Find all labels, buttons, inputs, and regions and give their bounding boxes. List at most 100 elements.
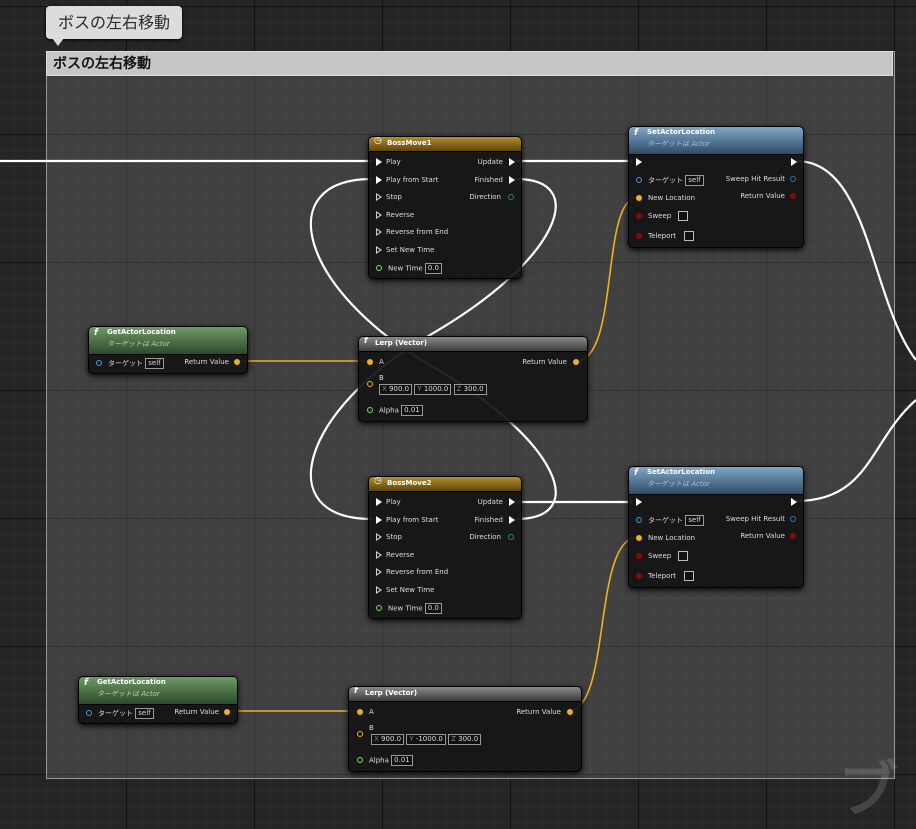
vector-pin-b[interactable] [367,381,373,387]
exec-pin-finished[interactable] [509,516,515,524]
timeline-node-bossmove2[interactable]: ◷ BossMove2 Play Play from Start Stop Re… [368,476,522,619]
alpha-input[interactable]: 0.01 [391,755,413,766]
b-z-value: 300.0 [458,735,479,743]
sweep-checkbox[interactable] [678,211,688,221]
vector-pin-a[interactable] [357,709,363,715]
pin-label-return-value: Return Value [174,708,219,716]
pin-label-update: Update [477,158,503,166]
node-header: f GetActorLocation ターゲットは Actor [79,677,237,705]
function-f-icon: f [634,468,638,478]
exec-pin-stop[interactable] [376,193,382,201]
pin-row-alpha: Alpha 0.01 [379,405,423,416]
exec-pin-reverse[interactable] [376,211,382,219]
bool-pin-teleport[interactable] [636,573,642,579]
struct-pin-sweep-hit-result[interactable] [790,176,796,182]
exec-pin-play-from-start[interactable] [376,176,382,184]
b-x-field[interactable]: X 900.0 [379,384,413,395]
vector-pin-return-value[interactable] [567,709,573,715]
vector-pin-b[interactable] [357,731,363,737]
pin-row-alpha: Alpha 0.01 [369,755,413,766]
float-pin-alpha[interactable] [357,757,363,763]
pin-label-reverse-from-end: Reverse from End [386,568,449,576]
new-time-input[interactable]: 0.0 [424,263,442,274]
object-pin-target[interactable] [96,360,102,366]
exec-pin-in[interactable] [636,498,642,506]
function-node-get-actor-location-2[interactable]: f GetActorLocation ターゲットは Actor ターゲット se… [78,676,238,724]
node-subtitle: ターゲットは Actor [97,690,160,698]
enum-pin-direction[interactable] [508,534,514,540]
vector-pin-new-location[interactable] [636,195,642,201]
b-x-field[interactable]: X 900.0 [371,734,405,745]
float-pin-alpha[interactable] [367,407,373,413]
teleport-checkbox[interactable] [684,231,694,241]
b-z-field[interactable]: Z 300.0 [448,734,482,745]
node-header: f Lerp (Vector) [359,337,587,352]
node-title: BossMove2 [387,479,432,487]
vector-pin-return-value[interactable] [234,359,240,365]
alpha-input[interactable]: 0.01 [401,405,423,416]
vector-pin-new-location[interactable] [636,535,642,541]
struct-pin-sweep-hit-result[interactable] [790,516,796,522]
function-node-get-actor-location-1[interactable]: f GetActorLocation ターゲットは Actor ターゲット se… [88,326,248,374]
b-y-field[interactable]: Y 1000.0 [414,384,452,395]
exec-pin-in[interactable] [636,158,642,166]
self-tag: self [685,515,704,526]
node-header: f SetActorLocation ターゲットは Actor [629,467,803,495]
pin-label-return-value: Return Value [740,192,785,200]
function-node-set-actor-location-2[interactable]: f SetActorLocation ターゲットは Actor ターゲット se… [628,466,804,588]
exec-pin-play[interactable] [376,158,382,166]
exec-pin-update[interactable] [509,498,515,506]
node-title: GetActorLocation [107,328,176,336]
pin-label-return-value: Return Value [740,532,785,540]
pin-label-return-value: Return Value [522,358,567,366]
bool-pin-return-value[interactable] [790,193,796,199]
bool-pin-sweep[interactable] [636,553,642,559]
object-pin-target[interactable] [86,710,92,716]
pin-row-target: ターゲット self [98,708,154,719]
bool-pin-sweep[interactable] [636,213,642,219]
function-node-lerp-vector-1[interactable]: f Lerp (Vector) A Return Value B X 900.0… [358,336,588,422]
exec-pin-play[interactable] [376,498,382,506]
object-pin-target[interactable] [636,177,642,183]
bool-pin-teleport[interactable] [636,233,642,239]
b-z-field[interactable]: Z 300.0 [453,384,487,395]
exec-pin-set-new-time[interactable] [376,246,382,254]
sweep-checkbox[interactable] [678,551,688,561]
pin-label-teleport: Teleport [648,572,676,580]
exec-pin-reverse[interactable] [376,551,382,559]
float-pin-new-time[interactable] [376,265,382,271]
enum-pin-direction[interactable] [508,194,514,200]
self-tag: self [145,358,164,369]
exec-wire-set2-out [795,399,916,503]
vector-pin-return-value[interactable] [224,709,230,715]
exec-pin-set-new-time[interactable] [376,586,382,594]
pin-label-return-value: Return Value [184,358,229,366]
object-pin-target[interactable] [636,517,642,523]
pin-row-new-time: New Time 0.0 [388,263,442,274]
function-node-lerp-vector-2[interactable]: f Lerp (Vector) A Return Value B X 900.0… [348,686,582,772]
b-y-field[interactable]: Y -1000.0 [406,734,446,745]
timeline-node-bossmove1[interactable]: ◷ BossMove1 Play Play from Start Stop Re… [368,136,522,279]
b-x-value: 900.0 [389,385,410,393]
exec-pin-finished[interactable] [509,176,515,184]
exec-pin-out[interactable] [791,158,797,166]
pin-label-play: Play [386,498,401,506]
function-f-icon: f [364,336,368,346]
function-node-set-actor-location-1[interactable]: f SetActorLocation ターゲットは Actor ターゲット se… [628,126,804,248]
teleport-checkbox[interactable] [684,571,694,581]
exec-pin-reverse-from-end[interactable] [376,228,382,236]
function-f-icon: f [94,328,98,338]
new-time-input[interactable]: 0.0 [424,603,442,614]
exec-pin-update[interactable] [509,158,515,166]
exec-pin-out[interactable] [791,498,797,506]
float-pin-new-time[interactable] [376,605,382,611]
pin-label-sweep: Sweep [648,212,672,220]
vector-pin-return-value[interactable] [573,359,579,365]
exec-pin-stop[interactable] [376,533,382,541]
vector-pin-a[interactable] [367,359,373,365]
exec-pin-reverse-from-end[interactable] [376,568,382,576]
bool-pin-return-value[interactable] [790,533,796,539]
pin-row-target: ターゲット self [108,358,164,369]
exec-pin-play-from-start[interactable] [376,516,382,524]
pin-label-target: ターゲット [648,176,683,185]
